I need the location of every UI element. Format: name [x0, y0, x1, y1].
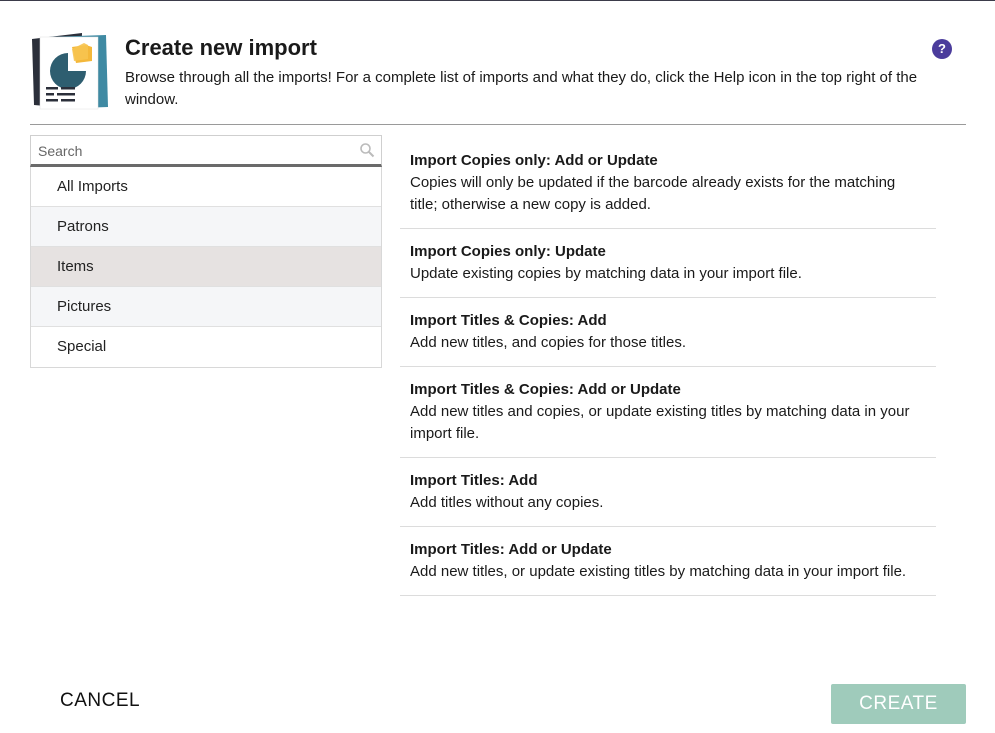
category-patrons[interactable]: Patrons [31, 207, 381, 247]
import-option-desc: Copies will only be updated if the barco… [410, 174, 896, 213]
import-option-desc: Add titles without any copies. [410, 494, 604, 511]
category-special[interactable]: Special [31, 327, 381, 367]
category-list: All Imports Patrons Items Pictures Speci… [30, 167, 382, 368]
category-pictures[interactable]: Pictures [31, 287, 381, 327]
category-items[interactable]: Items [31, 247, 381, 287]
create-import-dialog: Create new import Browse through all the… [0, 0, 995, 733]
category-panel: All Imports Patrons Items Pictures Speci… [30, 135, 382, 368]
import-option[interactable]: Import Titles & Copies: Add Add new titl… [400, 298, 936, 367]
header-divider [30, 124, 966, 125]
dialog-title: Create new import [125, 35, 317, 60]
import-option-title: Import Titles & Copies: Add or Update [410, 381, 681, 398]
import-option-desc: Update existing copies by matching data … [410, 265, 802, 282]
import-option[interactable]: Import Copies only: Update Update existi… [400, 229, 936, 298]
import-option[interactable]: Import Titles: Add Add titles without an… [400, 458, 936, 527]
import-list: Import Copies only: Add or Update Copies… [400, 138, 936, 596]
dialog-header: Create new import Browse through all the… [0, 1, 995, 125]
import-option-title: Import Titles: Add or Update [410, 541, 612, 558]
import-option-desc: Add new titles, or update existing title… [410, 563, 907, 580]
import-option-desc: Add new titles, and copies for those tit… [410, 334, 686, 351]
import-option-title: Import Titles & Copies: Add [410, 312, 607, 329]
import-option[interactable]: Import Titles: Add or Update Add new tit… [400, 527, 936, 596]
import-option-title: Import Copies only: Update [410, 243, 606, 260]
create-button[interactable]: CREATE [831, 684, 966, 724]
cancel-button[interactable]: CANCEL [60, 690, 140, 712]
search-box [30, 135, 382, 167]
import-option-desc: Add new titles and copies, or update exi… [410, 403, 910, 442]
search-input[interactable] [31, 136, 351, 165]
import-option[interactable]: Import Titles & Copies: Add or Update Ad… [400, 367, 936, 458]
dialog-subtitle: Browse through all the imports! For a co… [125, 69, 918, 108]
import-document-icon [32, 33, 108, 110]
search-icon[interactable] [359, 142, 375, 158]
import-option-title: Import Titles: Add [410, 472, 538, 489]
category-all-imports[interactable]: All Imports [31, 167, 381, 207]
import-option[interactable]: Import Copies only: Add or Update Copies… [400, 138, 936, 229]
help-icon[interactable]: ? [932, 39, 952, 59]
import-option-title: Import Copies only: Add or Update [410, 152, 658, 169]
